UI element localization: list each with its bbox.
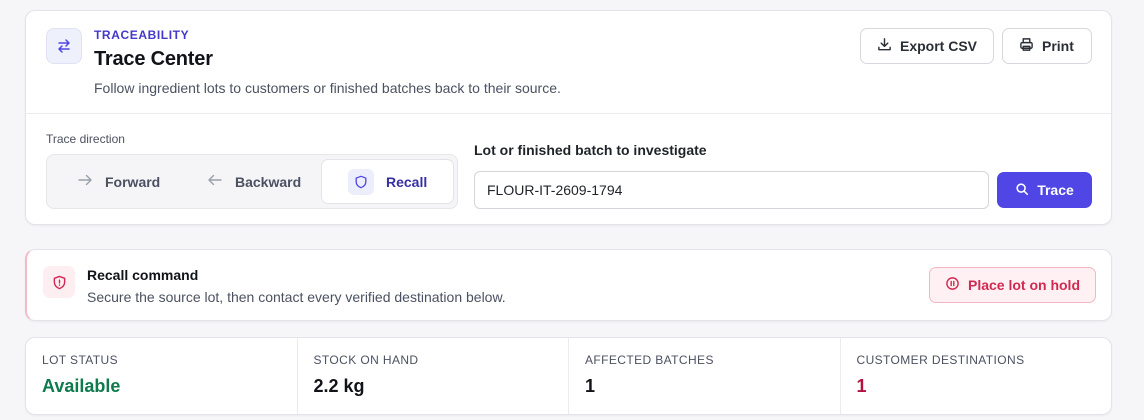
pause-circle-icon (945, 276, 960, 294)
direction-forward-option[interactable]: Forward (77, 159, 160, 204)
direction-forward-label: Forward (105, 173, 161, 190)
stat-value: 1 (856, 376, 867, 396)
print-button[interactable]: Print (1002, 28, 1092, 64)
trace-direction-toggle: Forward Backward Recall (46, 154, 458, 209)
export-csv-button[interactable]: Export CSV (860, 28, 994, 64)
export-csv-label: Export CSV (900, 38, 978, 54)
stat-label: CUSTOMER DESTINATIONS (856, 353, 1025, 367)
recall-command-card: Recall command Secure the source lot, th… (25, 249, 1112, 321)
place-lot-on-hold-button[interactable]: Place lot on hold (929, 267, 1096, 303)
trace-button[interactable]: Trace (997, 172, 1092, 208)
section-divider (26, 113, 1111, 114)
stat-lot-status: LOT STATUS Available (26, 338, 298, 414)
hold-button-label: Place lot on hold (967, 277, 1080, 293)
direction-backward-option[interactable]: Backward (207, 159, 301, 204)
printer-icon (1019, 37, 1034, 55)
stat-label: STOCK ON HAND (313, 353, 419, 367)
stat-customer-destinations: CUSTOMER DESTINATIONS 1 (841, 338, 1112, 414)
trace-button-label: Trace (1037, 182, 1074, 198)
page-subtitle: Follow ingredient lots to customers or f… (94, 80, 561, 96)
section-eyebrow: TRACEABILITY (94, 28, 190, 42)
direction-backward-label: Backward (235, 173, 302, 190)
search-icon (1015, 182, 1029, 199)
page-title: Trace Center (94, 48, 213, 70)
recall-title: Recall command (87, 267, 199, 283)
trace-direction-label: Trace direction (46, 132, 125, 146)
stat-affected-batches: AFFECTED BATCHES 1 (569, 338, 841, 414)
lot-stats-card: LOT STATUS Available STOCK ON HAND 2.2 k… (25, 337, 1112, 415)
print-label: Print (1042, 38, 1074, 54)
stat-label: LOT STATUS (42, 353, 119, 367)
download-icon (877, 37, 892, 55)
alert-shield-icon (43, 266, 75, 298)
direction-recall-label: Recall (386, 173, 428, 190)
swap-arrows-icon (46, 28, 82, 64)
lot-search-input[interactable] (474, 171, 989, 209)
shield-icon (348, 168, 374, 195)
arrow-right-icon (77, 172, 93, 191)
arrow-left-icon (207, 172, 223, 191)
direction-recall-option[interactable]: Recall (321, 159, 454, 204)
trace-center-card: TRACEABILITY Trace Center Follow ingredi… (25, 10, 1112, 225)
recall-description: Secure the source lot, then contact ever… (87, 289, 506, 305)
stat-value: 1 (585, 376, 596, 396)
stat-label: AFFECTED BATCHES (585, 353, 714, 367)
stat-value: Available (42, 376, 121, 396)
lot-input-label: Lot or finished batch to investigate (474, 142, 707, 158)
stat-stock-on-hand: STOCK ON HAND 2.2 kg (298, 338, 569, 414)
stat-value: 2.2 kg (313, 376, 365, 396)
